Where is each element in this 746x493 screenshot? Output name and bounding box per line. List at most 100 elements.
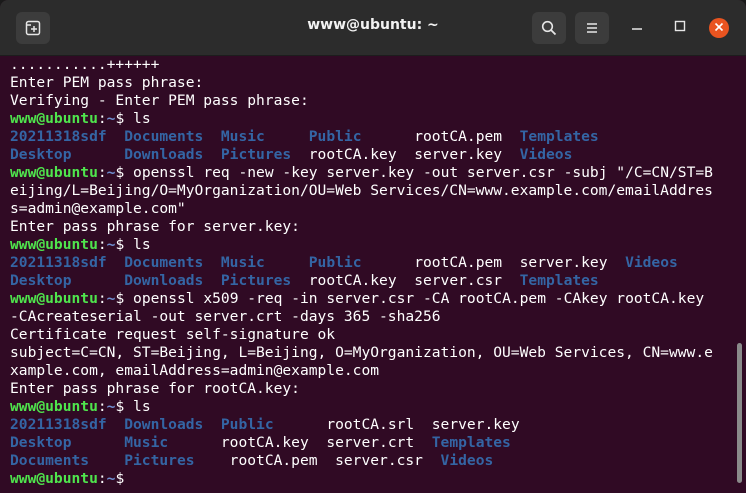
- terminal-text: rootCA.key server.key: [291, 146, 520, 163]
- directory-entry: Pictures: [124, 452, 195, 469]
- directory-entry: Videos: [625, 254, 678, 271]
- directory-entry: Desktop: [10, 146, 72, 163]
- prompt-separator: :: [97, 110, 107, 127]
- terminal-line: Desktop Downloads Pictures rootCA.key se…: [10, 146, 734, 164]
- scrollbar[interactable]: [737, 343, 742, 483]
- prompt-separator: :: [97, 236, 107, 253]
- directory-entry: Pictures: [220, 146, 292, 163]
- terminal-text: rootCA.srl server.key: [273, 416, 520, 433]
- directory-entry: Documents: [10, 452, 90, 469]
- terminal-line: Desktop Downloads Pictures rootCA.key se…: [10, 272, 734, 290]
- terminal-text: rootCA.key server.crt: [168, 434, 432, 451]
- terminal-text: rootCA.pem server.csr: [194, 452, 441, 469]
- terminal-text: rootCA.pem: [361, 128, 520, 145]
- directory-entry: Templates: [519, 272, 599, 289]
- terminal-line: Desktop Music rootCA.key server.crt Temp…: [10, 434, 734, 452]
- terminal-text: Enter pass phrase for rootCA.key:: [10, 380, 300, 397]
- directory-entry: Music: [220, 254, 265, 271]
- terminal-text: ls: [124, 110, 151, 127]
- terminal-line: www@ubuntu:~$: [10, 470, 734, 488]
- directory-entry: Templates: [519, 128, 599, 145]
- directory-entry: Public: [220, 416, 274, 433]
- directory-entry: Downloads: [124, 416, 204, 433]
- search-button[interactable]: [532, 12, 566, 44]
- directory-entry: Music: [220, 128, 265, 145]
- directory-entry: 20211318sdf: [10, 254, 107, 271]
- terminal-line: www@ubuntu:~$ openssl x509 -req -in serv…: [10, 290, 734, 308]
- prompt-user: www@ubuntu: [10, 236, 98, 253]
- prompt-symbol: $: [115, 110, 125, 127]
- title-bar[interactable]: www@ubuntu: ~: [0, 0, 746, 56]
- minimize-button[interactable]: [627, 18, 647, 38]
- terminal-line: www@ubuntu:~$ ls: [10, 398, 734, 416]
- close-icon: [714, 19, 724, 37]
- directory-entry: Videos: [440, 452, 494, 469]
- terminal-line: xample.com, emailAddress=admin@example.c…: [10, 362, 734, 380]
- directory-entry: Pictures: [220, 272, 292, 289]
- directory-entry: Music: [124, 434, 169, 451]
- prompt-symbol: $: [115, 236, 125, 253]
- terminal-line: www@ubuntu:~$ ls: [10, 236, 734, 254]
- prompt-symbol: $: [115, 290, 125, 307]
- maximize-icon: [674, 19, 686, 37]
- hamburger-menu-icon: [585, 22, 599, 34]
- terminal-text: ls: [124, 398, 151, 415]
- terminal-line: ...........++++++: [10, 56, 734, 74]
- terminal-line: Verifying - Enter PEM pass phrase:: [10, 92, 734, 110]
- prompt-separator: :: [97, 470, 107, 487]
- menu-button[interactable]: [575, 12, 609, 44]
- prompt-user: www@ubuntu: [10, 110, 98, 127]
- terminal-text: Enter PEM pass phrase:: [10, 74, 204, 91]
- prompt-user: www@ubuntu: [10, 470, 98, 487]
- close-button[interactable]: [709, 18, 729, 38]
- terminal-text: Verifying - Enter PEM pass phrase:: [10, 92, 309, 109]
- prompt-separator: :: [97, 398, 107, 415]
- terminal-line: Documents Pictures rootCA.pem server.csr…: [10, 452, 734, 470]
- terminal-output[interactable]: ...........++++++ Enter PEM pass phrase: V…: [0, 56, 734, 493]
- prompt-separator: :: [97, 164, 107, 181]
- terminal-text: ls: [124, 236, 151, 253]
- terminal-text: ...........++++++: [10, 56, 160, 73]
- terminal-line: subject=C=CN, ST=Beijing, L=Beijing, O=M…: [10, 344, 734, 362]
- prompt-user: www@ubuntu: [10, 290, 98, 307]
- terminal-line: Enter pass phrase for rootCA.key:: [10, 380, 734, 398]
- directory-entry: Desktop: [10, 434, 72, 451]
- search-icon: [541, 20, 557, 36]
- directory-entry: Videos: [519, 146, 573, 163]
- directory-entry: Public: [308, 254, 362, 271]
- minimize-icon: [631, 19, 643, 37]
- terminal-window: www@ubuntu: ~ ...........++++++ Enter PE…: [0, 0, 746, 493]
- prompt-user: www@ubuntu: [10, 398, 98, 415]
- terminal-line: Enter PEM pass phrase:: [10, 74, 734, 92]
- directory-entry: Public: [308, 128, 362, 145]
- directory-entry: Downloads: [124, 272, 204, 289]
- terminal-line: s=admin@example.com": [10, 200, 734, 218]
- directory-entry: Templates: [431, 434, 511, 451]
- terminal-text: xample.com, emailAddress=admin@example.c…: [10, 362, 380, 379]
- directory-entry: Documents: [124, 128, 204, 145]
- terminal-text: subject=C=CN, ST=Beijing, L=Beijing, O=M…: [10, 344, 713, 361]
- prompt-user: www@ubuntu: [10, 164, 98, 181]
- directory-entry: Desktop: [10, 272, 72, 289]
- prompt-symbol: $: [115, 164, 125, 181]
- terminal-line: -CAcreateserial -out server.crt -days 36…: [10, 308, 734, 326]
- terminal-line: www@ubuntu:~$ openssl req -new -key serv…: [10, 164, 734, 182]
- text-cursor: [133, 470, 142, 486]
- terminal-text: eijing/L=Beijing/O=MyOrganization/OU=Web…: [10, 182, 713, 199]
- terminal-line: Certificate request self-signature ok: [10, 326, 734, 344]
- prompt-symbol: $: [115, 398, 125, 415]
- terminal-line: 20211318sdf Documents Music Public rootC…: [10, 254, 734, 272]
- maximize-button[interactable]: [670, 18, 690, 38]
